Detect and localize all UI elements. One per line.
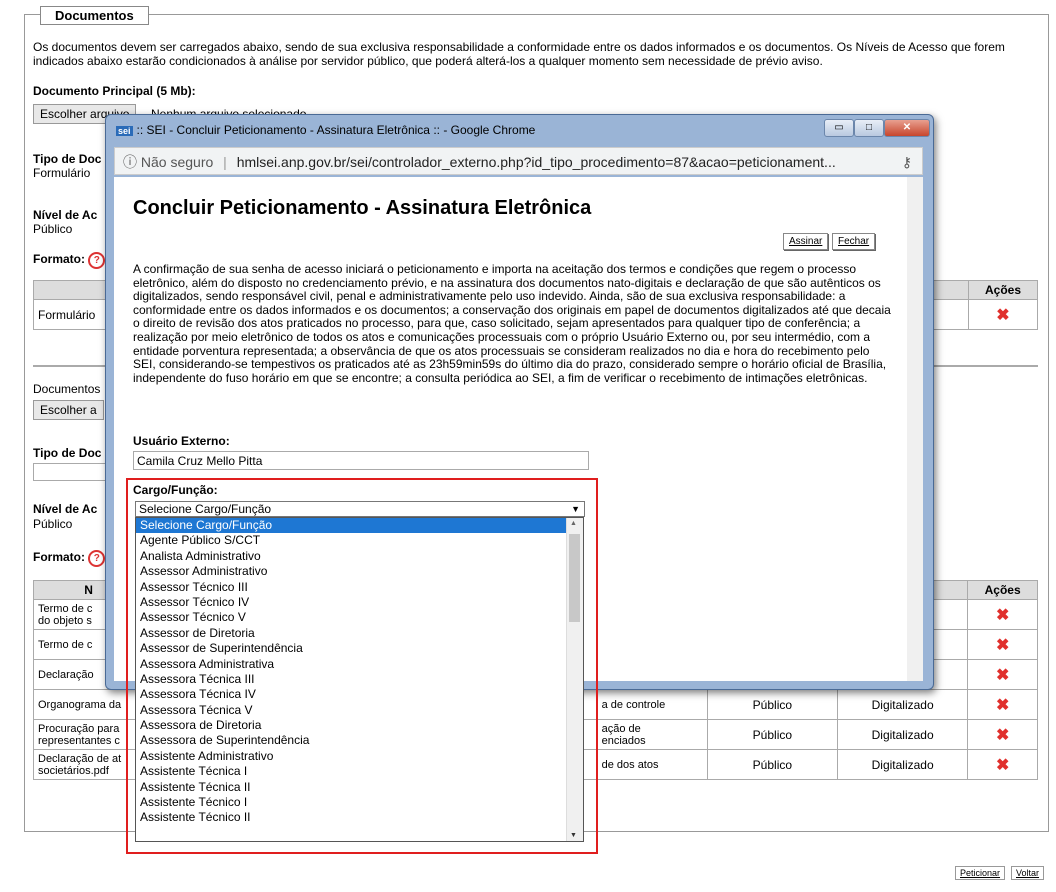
- tipo-doc-label-2: Tipo de Doc: [33, 446, 102, 460]
- terms-text: A confirmação de sua senha de acesso ini…: [133, 262, 891, 385]
- formato-label: Formato: ?: [33, 252, 106, 269]
- remove-icon[interactable]: ✖: [996, 307, 1009, 324]
- col-acoes: Ações: [968, 280, 1038, 300]
- info-icon[interactable]: ⓘ: [123, 154, 137, 170]
- fechar-button[interactable]: Fechar: [832, 233, 876, 250]
- documents-label: Documentos: [33, 382, 101, 396]
- maximize-icon[interactable]: □: [854, 119, 884, 137]
- content-scrollbar[interactable]: [907, 177, 923, 681]
- peticionar-button[interactable]: Peticionar: [955, 866, 1006, 880]
- assinar-button[interactable]: Assinar: [783, 233, 829, 250]
- help-icon[interactable]: ?: [88, 550, 106, 567]
- window-title: sei:: SEI - Concluir Peticionamento - As…: [116, 123, 536, 137]
- remove-icon[interactable]: ✖: [996, 757, 1009, 774]
- help-icon[interactable]: ?: [88, 252, 106, 269]
- usuario-label: Usuário Externo:: [133, 434, 230, 448]
- tipo-doc-label: Tipo de Doc: [33, 152, 102, 166]
- col-acoes: Ações: [967, 580, 1038, 600]
- close-icon[interactable]: ✕: [884, 119, 930, 137]
- page-title: Concluir Peticionamento - Assinatura Ele…: [133, 197, 592, 219]
- remove-icon[interactable]: ✖: [996, 727, 1009, 744]
- security-text: Não seguro: [140, 154, 214, 170]
- minimize-button[interactable]: ▭: [824, 119, 854, 137]
- formato-label-2: Formato: ?: [33, 550, 106, 567]
- voltar-button[interactable]: Voltar: [1011, 866, 1045, 880]
- tipo-doc-select-2[interactable]: [33, 463, 113, 481]
- sei-icon: sei: [116, 126, 133, 136]
- url-text: hmlsei.anp.gov.br/sei/controlador_extern…: [236, 154, 836, 170]
- remove-icon[interactable]: ✖: [996, 667, 1009, 684]
- nivel-acesso-label-2: Nível de Ac: [33, 502, 98, 516]
- choose-file-button-2[interactable]: Escolher a: [33, 400, 104, 420]
- remove-icon[interactable]: ✖: [996, 637, 1009, 654]
- tipo-doc-value: Formulário: [33, 166, 91, 180]
- address-bar[interactable]: ⓘ Não seguro | hmlsei.anp.gov.br/sei/con…: [114, 147, 923, 175]
- nivel-acesso-label: Nível de Ac: [33, 208, 98, 222]
- highlight-box: [126, 478, 598, 854]
- main-doc-label: Documento Principal (5 Mb):: [33, 84, 196, 98]
- nivel-acesso-value-2: Público: [33, 517, 73, 531]
- remove-icon[interactable]: ✖: [996, 607, 1009, 624]
- usuario-field[interactable]: Camila Cruz Mello Pitta: [133, 451, 589, 470]
- key-icon[interactable]: ⚷: [902, 148, 912, 176]
- nivel-acesso-value: Público: [33, 222, 73, 236]
- remove-icon[interactable]: ✖: [996, 697, 1009, 714]
- fieldset-legend: Documentos: [40, 6, 149, 25]
- intro-text: Os documentos devem ser carregados abaix…: [33, 40, 1005, 68]
